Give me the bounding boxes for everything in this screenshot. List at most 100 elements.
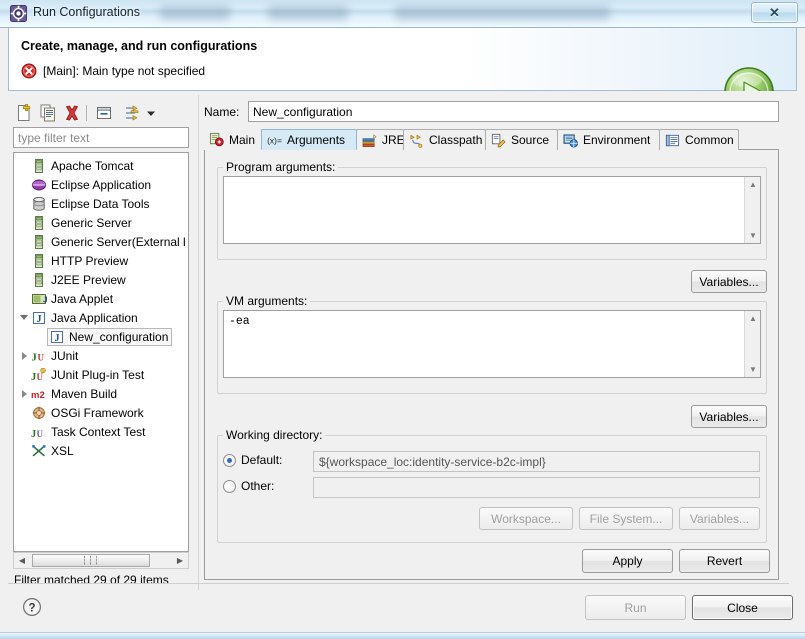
program-arguments-variables-button[interactable]: Variables... (691, 270, 767, 293)
tree-expand-arrow-icon[interactable] (18, 387, 31, 400)
tree-item-eclipse-application[interactable]: Eclipse Application (14, 175, 188, 194)
name-label: Name: (204, 105, 240, 119)
launch-configurations-tree[interactable]: Apache Tomcat Eclipse Application Eclipse … (13, 152, 189, 552)
junit-task-icon: JU (31, 424, 47, 440)
tree-item-label: Apache Tomcat (51, 158, 134, 173)
tab-arguments[interactable]: (x)= Arguments (261, 129, 357, 150)
tree-expand-arrow-icon[interactable] (18, 349, 31, 362)
tree-horizontal-scrollbar[interactable]: ◀ ┆┆┆ ▶ (13, 552, 189, 569)
tree-arrow-spacer (18, 197, 31, 210)
tree-item-new-configuration[interactable]: J New_configuration (14, 327, 188, 346)
main-tab-icon (209, 132, 225, 147)
working-directory-default-text: ${workspace_loc:identity-service-b2c-imp… (319, 454, 546, 469)
apply-button[interactable]: Apply (582, 549, 673, 573)
tree-item-osgi-framework[interactable]: OSGi Framework (14, 403, 188, 422)
tree-item-xsl[interactable]: XSL (14, 441, 188, 460)
working-directory-file-system-button[interactable]: File System... (579, 507, 673, 530)
scrollbar-thumb[interactable]: ┆┆┆ (32, 554, 150, 567)
tab-environment[interactable]: Environment (557, 129, 660, 150)
new-launch-configuration-button[interactable] (14, 103, 34, 123)
tree-item-java-application[interactable]: J Java Application (14, 308, 188, 327)
tree-item-j2ee-preview[interactable]: J2EE Preview (14, 270, 188, 289)
tree-arrow-spacer (18, 254, 31, 267)
tree-item-content: J New_configuration (47, 327, 173, 346)
chevron-down-icon[interactable] (144, 103, 158, 123)
help-question-icon[interactable]: ? (22, 597, 42, 617)
close-button[interactable]: Close (692, 595, 793, 620)
tab-common[interactable]: Common (659, 129, 739, 150)
working-directory-other-radio[interactable]: Other: (223, 479, 274, 493)
tree-arrow-spacer (18, 406, 31, 419)
tab-jre[interactable]: JRE (356, 129, 405, 150)
filter-input[interactable] (13, 127, 189, 148)
validation-message: [Main]: Main type not specified (43, 64, 206, 78)
tree-item-apache-tomcat[interactable]: Apache Tomcat (14, 156, 188, 175)
run-configurations-window: Run Configurations ✕ Create, manage, and… (0, 0, 805, 639)
environment-tab-icon (563, 133, 579, 148)
tree-item-junit-plug-in-test[interactable]: J U JUnit Plug-in Test (14, 365, 188, 384)
error-icon (21, 63, 37, 79)
scroll-right-arrow-icon[interactable]: ▶ (172, 553, 188, 568)
tab-source[interactable]: Source (485, 129, 558, 150)
tree-arrow-spacer (18, 425, 31, 438)
footer-divider (8, 583, 789, 584)
tree-item-junit[interactable]: J U JUnit (14, 346, 188, 365)
program-arguments-textarea[interactable]: ▲ ▼ (223, 176, 761, 244)
scroll-left-arrow-icon[interactable]: ◀ (14, 553, 30, 568)
scroll-up-arrow-icon[interactable]: ▲ (745, 177, 761, 192)
run-button[interactable]: Run (585, 595, 686, 620)
tree-item-generic-server-external-l[interactable]: Generic Server(External l (14, 232, 188, 251)
tree-item-maven-build[interactable]: m2 Maven Build (14, 384, 188, 403)
dialog-content: Apache Tomcat Eclipse Application Eclipse … (0, 91, 805, 639)
tree-item-task-context-test[interactable]: J U Task Context Test (14, 422, 188, 441)
java-applet-icon: J (31, 291, 47, 307)
tree-item-generic-server[interactable]: Generic Server (14, 213, 188, 232)
maven-m2-icon: m2 (31, 386, 47, 402)
working-directory-variables-button[interactable]: Variables... (679, 507, 760, 530)
configuration-editor-panel: Name: Main (x)= Arguments JRE Classpath Sourc… (204, 100, 784, 580)
program-arguments-scrollbar[interactable]: ▲ ▼ (744, 177, 760, 243)
panel-divider (198, 95, 199, 590)
vm-arguments-variables-button[interactable]: Variables... (691, 405, 767, 428)
window-close-button[interactable]: ✕ (751, 2, 798, 23)
configuration-name-input[interactable] (248, 101, 779, 122)
tree-arrow-spacer (18, 235, 31, 248)
tab-label: JRE (382, 133, 405, 147)
tree-arrow-spacer (18, 368, 31, 381)
svg-text:J: J (37, 314, 42, 325)
duplicate-launch-configuration-button[interactable] (38, 103, 58, 123)
tree-arrow-spacer (18, 292, 31, 305)
eclipse-globe-icon (31, 177, 47, 193)
tab-classpath[interactable]: Classpath (403, 129, 486, 150)
server-icon (31, 215, 47, 231)
tree-expand-arrow-icon[interactable] (18, 311, 31, 324)
scroll-down-arrow-icon[interactable]: ▼ (745, 362, 761, 377)
svg-text:?: ? (28, 602, 35, 614)
xsl-icon (31, 443, 47, 459)
working-directory-other-input[interactable] (313, 477, 760, 498)
server-icon (31, 253, 47, 269)
tree-item-eclipse-data-tools[interactable]: Eclipse Data Tools (14, 194, 188, 213)
tab-main[interactable]: Main (204, 129, 262, 150)
vm-arguments-scrollbar[interactable]: ▲ ▼ (744, 311, 760, 377)
tree-item-java-applet[interactable]: J Java Applet (14, 289, 188, 308)
working-directory-default-radio[interactable]: Default: (223, 453, 282, 467)
scroll-up-arrow-icon[interactable]: ▲ (745, 311, 761, 326)
tree-item-content: J U Task Context Test (31, 424, 146, 440)
vm-arguments-textarea[interactable]: -ea ▲ ▼ (223, 310, 761, 378)
tree-item-label: JUnit Plug-in Test (51, 367, 145, 382)
filter-status-label: Filter matched 29 of 29 items (14, 573, 169, 587)
tree-item-http-preview[interactable]: HTTP Preview (14, 251, 188, 270)
filter-arrows-button[interactable] (122, 103, 142, 123)
svg-text:J: J (55, 333, 60, 344)
scroll-down-arrow-icon[interactable]: ▼ (745, 228, 761, 243)
collapse-all-button[interactable] (94, 103, 114, 123)
working-directory-workspace-button[interactable]: Workspace... (479, 507, 573, 530)
working-directory-default-label: Default: (241, 453, 283, 467)
delete-launch-configuration-button[interactable] (62, 103, 82, 123)
classpath-tab-icon (409, 133, 425, 148)
revert-button[interactable]: Revert (679, 549, 770, 573)
tree-item-label: Maven Build (51, 386, 118, 401)
tree-item-content: m2 Maven Build (31, 386, 117, 402)
close-icon: ✕ (769, 4, 780, 20)
